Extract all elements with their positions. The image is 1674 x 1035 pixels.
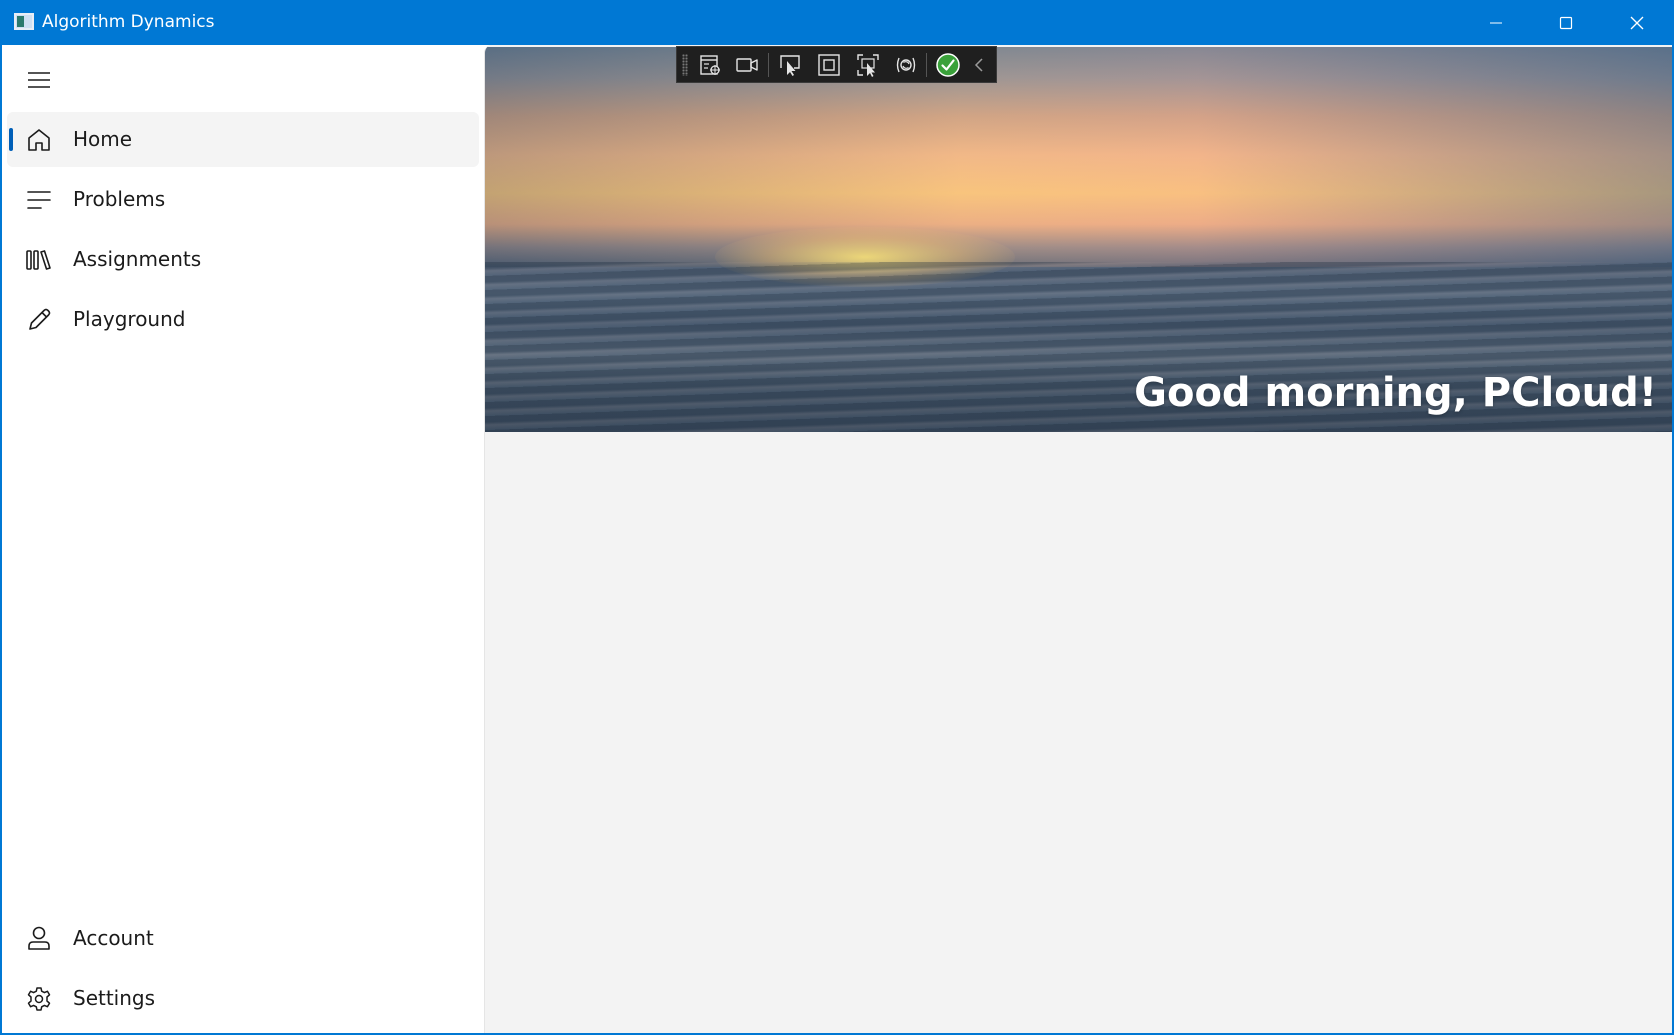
hamburger-icon: [28, 72, 50, 88]
toolbar-grip[interactable]: [682, 54, 688, 76]
debug-toolbar: [676, 46, 997, 83]
select-element-icon: [780, 55, 800, 76]
content-frame: Good morning, PCloud!: [484, 45, 1672, 1033]
nav-item-settings[interactable]: Settings: [7, 971, 479, 1026]
nav-item-label: Home: [73, 127, 133, 151]
nav-item-playground[interactable]: Playground: [7, 292, 479, 347]
live-visual-tree-button[interactable]: [695, 50, 725, 80]
list-icon: [27, 191, 51, 209]
nav-item-assignments[interactable]: Assignments: [7, 232, 479, 287]
nav-item-label: Problems: [73, 187, 166, 211]
window-title: Algorithm Dynamics: [42, 12, 215, 32]
display-layout-adorners-button[interactable]: [814, 50, 844, 80]
pencil-icon: [29, 308, 51, 330]
track-focus-button[interactable]: [853, 50, 883, 80]
title-bar[interactable]: Algorithm Dynamics: [0, 0, 1674, 45]
minimize-button[interactable]: [1461, 0, 1531, 45]
record-video-icon: [736, 58, 758, 72]
home-icon: [28, 129, 50, 151]
greeting-text: Good morning, PCloud!: [1134, 370, 1657, 416]
close-icon: [1630, 16, 1644, 29]
hot-reload-icon: [896, 57, 916, 73]
collapse-toolbar-icon: [974, 58, 983, 72]
track-focus-icon: [857, 54, 879, 77]
collapse-toolbar-button[interactable]: [967, 50, 991, 80]
person-icon: [28, 926, 50, 950]
nav-item-home[interactable]: Home: [7, 112, 479, 167]
hero-banner-image: Good morning, PCloud!: [485, 47, 1672, 432]
live-visual-tree-icon: [700, 55, 720, 75]
nav-item-account[interactable]: Account: [7, 911, 479, 966]
binding-failures-button[interactable]: [933, 50, 963, 80]
binding-failures-ok-icon: [936, 53, 960, 77]
client-area: Home Problems Assignments Playground Acc…: [2, 45, 1672, 1033]
nav-item-label: Account: [73, 926, 154, 950]
display-layout-adorners-icon: [818, 54, 840, 76]
nav-item-label: Settings: [73, 986, 156, 1010]
record-video-button[interactable]: [732, 50, 762, 80]
navigation-pane: Home Problems Assignments Playground Acc…: [2, 45, 484, 1033]
maximize-button[interactable]: [1531, 0, 1601, 45]
nav-item-label: Assignments: [73, 247, 202, 271]
library-icon: [26, 250, 51, 270]
close-button[interactable]: [1602, 0, 1672, 45]
app-window: Algorithm Dynamics Home Problems Assignm…: [0, 0, 1674, 1035]
select-element-button[interactable]: [775, 50, 805, 80]
hot-reload-button[interactable]: [891, 50, 921, 80]
gear-icon: [27, 987, 51, 1011]
toggle-pane-button[interactable]: [14, 59, 64, 101]
nav-item-label: Playground: [73, 307, 186, 331]
toolbar-separator: [768, 53, 769, 77]
toolbar-separator: [926, 53, 927, 77]
selection-indicator: [9, 128, 13, 151]
nav-item-problems[interactable]: Problems: [7, 172, 479, 227]
app-icon: [14, 13, 34, 30]
minimize-icon: [1490, 22, 1502, 23]
hero-sky: [485, 47, 1672, 267]
maximize-icon: [1559, 16, 1573, 29]
